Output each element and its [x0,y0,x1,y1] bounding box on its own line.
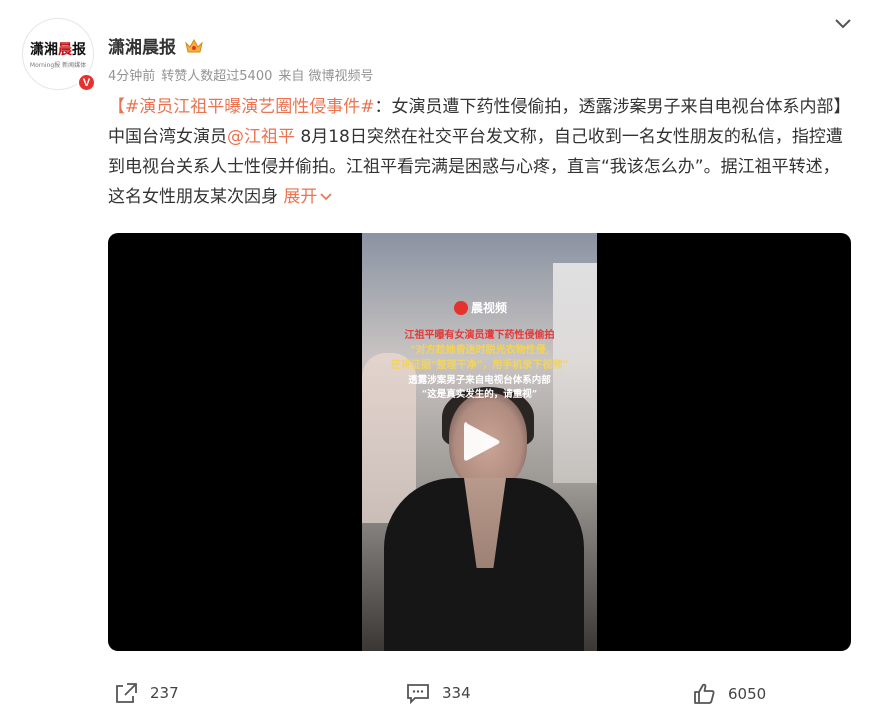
avatar-logo-subtitle: Morning报 新闻媒体 [29,62,87,69]
post-source[interactable]: 来自 微博视频号 [278,69,373,84]
hashtag-link[interactable]: #演员江祖平曝演艺圈性侵事件# [125,97,375,117]
account-name-row: 潇湘晨报 [108,33,204,58]
like-button[interactable]: 6050 [692,682,766,706]
expand-link[interactable]: 展开 [283,187,332,207]
share-icon [116,683,137,703]
video-caption-5: “这是真实发生的，请重视” [421,389,538,400]
repost-count: 237 [150,684,179,702]
post-bracket-open: 【 [108,97,125,117]
repost-button[interactable]: 237 [114,682,179,704]
video-brand: 晨视频 [454,299,507,316]
mention-link[interactable]: @江祖平 [227,127,295,147]
expand-chevron-icon [320,193,332,201]
post-time[interactable]: 4分钟前 [108,69,155,84]
post-meta: 4分钟前 转赞人数超过5400 来自 微博视频号 [108,65,380,84]
verified-badge-icon: V [77,73,96,92]
play-icon[interactable] [460,418,502,466]
video-brand-logo-icon [454,300,468,315]
comment-icon [407,684,429,704]
avatar-logo: 潇湘晨报 [30,42,86,58]
chevron-down-icon[interactable] [833,16,853,32]
crown-icon [185,38,203,52]
comment-button[interactable]: 334 [406,682,471,704]
video-player[interactable]: 晨视频 江祖平曝有女演员遭下药性侵偷拍 “对方趁她昏迷时脱光衣物性侵, 还将证据… [108,233,851,651]
account-name[interactable]: 潇湘晨报 [108,33,176,58]
comment-count: 334 [442,684,471,702]
post-text: 【#演员江祖平曝演艺圈性侵事件#：女演员遭下药性侵偷拍，透露涉案男子来自电视台体… [108,92,850,212]
video-caption-4: 透露涉案男子来自电视台体系内部 [408,375,551,386]
video-caption-3: 还将证据“整理干净”，用手机录下视频” [390,360,569,371]
video-caption-2: “对方趁她昏迷时脱光衣物性侵, [409,345,550,356]
video-frame: 晨视频 江祖平曝有女演员遭下药性侵偷拍 “对方趁她昏迷时脱光衣物性侵, 还将证据… [362,233,597,651]
repost-like-note: 转赞人数超过5400 [161,69,273,84]
like-count: 6050 [728,685,767,703]
thumbs-up-icon [694,683,715,704]
video-caption-1: 江祖平曝有女演员遭下药性侵偷拍 [404,330,555,341]
